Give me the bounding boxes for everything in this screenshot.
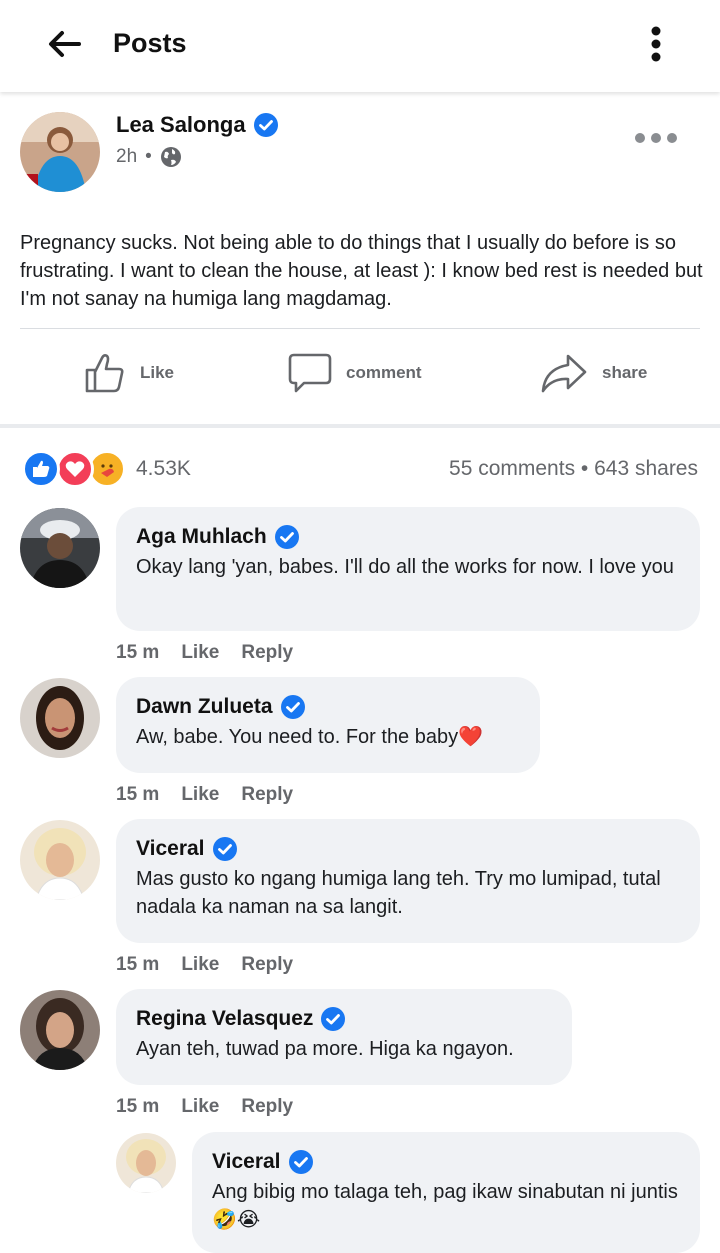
comment-reply-button[interactable]: Reply [241,784,293,806]
comment-reply-button[interactable]: Reply [241,642,293,664]
post-meta: 2h • [116,146,182,168]
share-button[interactable]: share [540,352,647,394]
comment-item: Regina Velasquez Ayan teh, tuwad pa more… [0,989,720,1119]
comment-like-button[interactable]: Like [181,784,219,806]
post-time: 2h [116,146,138,167]
thumbs-up-icon [85,354,124,393]
comment-like-button[interactable]: Like [181,642,219,664]
commenter-avatar[interactable] [20,508,100,588]
commenter-avatar[interactable] [20,820,100,900]
replier-avatar[interactable] [116,1133,176,1193]
post-options-icon[interactable] [632,126,680,150]
reaction-count: 4.53K [136,457,191,480]
comment-like-button[interactable]: Like [181,954,219,976]
reply-bubble[interactable]: Viceral Ang bibig mo talaga teh, pag ika… [192,1132,700,1253]
comment-meta: 15 m Like Reply [116,642,293,664]
love-reaction-icon [56,450,94,488]
replier-name-text: Viceral [212,1150,281,1173]
author-name[interactable]: Lea Salonga [116,112,278,138]
comment-text: Mas gusto ko ngang humiga lang teh. Try … [136,868,661,918]
meta-separator: • [145,146,152,167]
reply-text: Ang bibig mo talaga teh, pag ikaw sinabu… [212,1181,678,1231]
author-avatar[interactable] [20,112,100,192]
comment-button[interactable]: comment [288,352,422,394]
comment-item: Viceral Mas gusto ko ngang humiga lang t… [0,819,720,979]
commenter-name-text: Aga Muhlach [136,525,267,548]
comment-text: Ayan teh, tuwad pa more. Higa ka ngayon. [136,1038,514,1060]
commenter-name[interactable]: Regina Velasquez [136,1007,552,1031]
like-reaction-icon [22,450,60,488]
comment-item: Dawn Zulueta Aw, babe. You need to. For … [0,677,720,807]
comment-text: Okay lang 'yan, babes. I'll do all the w… [136,556,674,578]
verified-badge-icon [280,695,305,719]
commenter-name[interactable]: Viceral [136,837,680,861]
comment-text: Aw, babe. You need to. For the baby❤️ [136,726,484,748]
reaction-icons [22,450,132,490]
comment-item: Aga Muhlach Okay lang 'yan, babes. I'll … [0,507,720,667]
like-button[interactable]: Like [84,352,174,394]
comment-time: 15 m [116,1096,160,1117]
comment-meta: 15 m Like Reply [116,1096,293,1118]
comment-time: 15 m [116,784,160,805]
comment-bubble[interactable]: Aga Muhlach Okay lang 'yan, babes. I'll … [116,507,700,631]
commenter-name-text: Viceral [136,837,205,860]
comment-meta: 15 m Like Reply [116,954,293,976]
comment-label: comment [346,363,422,382]
verified-badge-icon [288,1150,313,1174]
comment-share-stats[interactable]: 55 comments • 643 shares [449,457,698,481]
commenter-name-text: Regina Velasquez [136,1007,314,1030]
verified-badge-icon [274,525,299,549]
post-header: Lea Salonga 2h • [0,96,720,206]
divider [20,328,700,329]
comment-reply-button[interactable]: Reply [241,954,293,976]
comment-like-button[interactable]: Like [181,1096,219,1118]
verified-badge-icon [321,1007,346,1031]
comment-bubble[interactable]: Regina Velasquez Ayan teh, tuwad pa more… [116,989,572,1085]
more-options-icon[interactable] [640,24,672,64]
page-title: Posts [113,28,187,58]
commenter-name-text: Dawn Zulueta [136,695,273,718]
verified-badge-icon [253,113,278,137]
post-actions: Like comment share [0,330,720,424]
commenter-name[interactable]: Aga Muhlach [136,525,680,549]
commenter-name[interactable]: Dawn Zulueta [136,695,520,719]
share-label: share [602,363,648,382]
comment-meta: 15 m Like Reply [116,784,293,806]
reply-item: Viceral Ang bibig mo talaga teh, pag ika… [0,1132,720,1253]
replier-name[interactable]: Viceral [212,1150,680,1174]
like-label: Like [140,363,175,382]
author-name-text: Lea Salonga [116,112,246,137]
comment-bubble[interactable]: Viceral Mas gusto ko ngang humiga lang t… [116,819,700,943]
commenter-avatar[interactable] [20,990,100,1070]
app-bar: Posts [0,0,720,92]
comment-time: 15 m [116,954,160,975]
reactions-summary[interactable]: 4.53K 55 comments • 643 shares [0,448,720,492]
globe-icon [160,147,181,167]
section-divider [0,424,720,428]
commenter-avatar[interactable] [20,678,100,758]
comment-reply-button[interactable]: Reply [241,1096,293,1118]
comment-time: 15 m [116,642,160,663]
post-body: Pregnancy sucks. Not being able to do th… [20,232,703,310]
comment-bubble[interactable]: Dawn Zulueta Aw, babe. You need to. For … [116,677,540,773]
share-icon [541,354,587,393]
comment-icon [288,353,332,393]
back-arrow-icon[interactable] [44,26,84,62]
verified-badge-icon [212,837,237,861]
